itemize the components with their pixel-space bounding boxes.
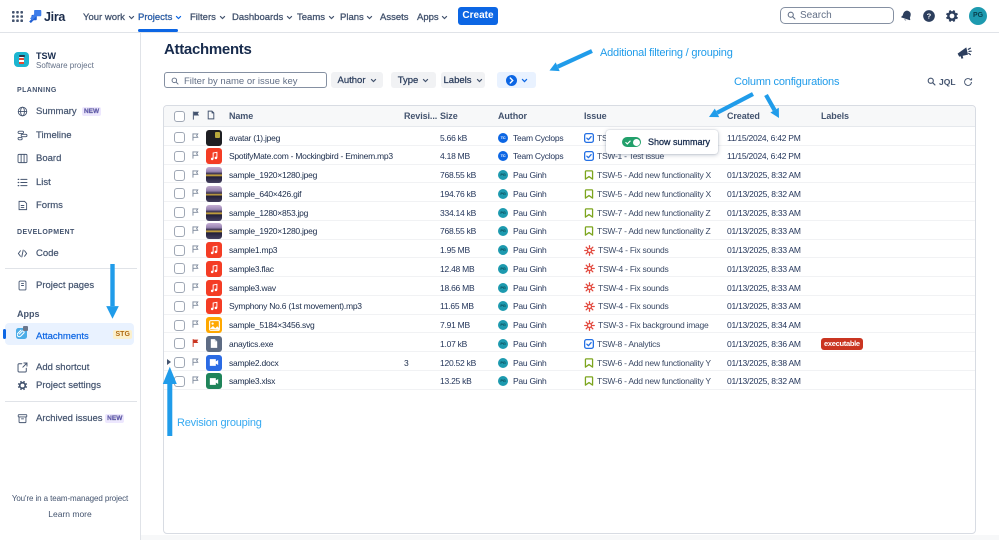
svg-text:?: ? — [927, 12, 932, 21]
